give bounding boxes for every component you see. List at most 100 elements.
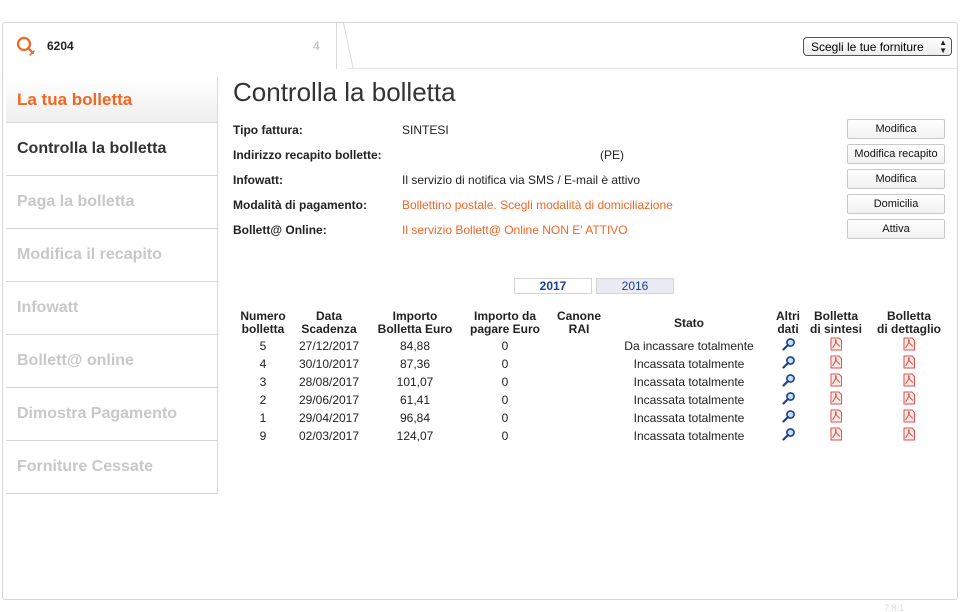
cell-importo: 101,07: [396, 375, 434, 389]
supply-tab[interactable]: 6204 4: [3, 23, 337, 69]
tab-2017[interactable]: 2017: [514, 278, 592, 294]
cell-stato: Incassata totalmente: [633, 357, 745, 371]
pdf-icon[interactable]: [829, 337, 843, 351]
sidebar-item-dimostra-pagamento[interactable]: Dimostra Pagamento: [6, 388, 218, 441]
sidebar-item-label: Dimostra Pagamento: [17, 405, 178, 422]
info-row-pagamento: Modalità di pagamento: Bollettino postal…: [233, 192, 945, 217]
supply-select[interactable]: Scegli le tue forniture ▲ ▼: [803, 37, 952, 56]
app-frame: 6204 4 Scegli le tue forniture ▲ ▼ La tua…: [2, 22, 958, 600]
sidebar-item-paga-bolletta[interactable]: Paga la bolletta: [6, 176, 218, 229]
magnifier-icon[interactable]: [782, 337, 796, 351]
sidebar-item-infowatt[interactable]: Infowatt: [6, 282, 218, 335]
sidebar-item-label: Controlla la bolletta: [17, 140, 167, 157]
lightbulb-icon: [16, 36, 35, 56]
info-label: Modalità di pagamento:: [233, 198, 368, 212]
pdf-icon[interactable]: [829, 391, 843, 405]
cell-data: 02/03/2017: [298, 429, 360, 443]
header-altri-dati: Altri dati: [776, 309, 800, 336]
magnifier-icon[interactable]: [782, 373, 796, 387]
sidebar-item-bolletta-online[interactable]: Bollett@ online: [6, 335, 218, 388]
pdf-icon[interactable]: [829, 355, 843, 369]
cell-numero: 9: [259, 429, 267, 443]
sidebar-item-la-tua-bolletta[interactable]: La tua bolletta: [6, 77, 218, 123]
header-canone: Canone RAI: [556, 309, 601, 336]
sidebar-item-label: Infowatt: [17, 299, 79, 316]
magnifier-icon[interactable]: [782, 391, 796, 405]
pdf-icon[interactable]: [902, 337, 916, 351]
table-row: 9 02/03/2017 124,07 0 Incassata totalmente: [233, 427, 945, 447]
cell-numero: 5: [259, 339, 267, 353]
modifica-infowatt-button[interactable]: Modifica: [847, 169, 945, 189]
info-row-infowatt: Infowatt: Il servizio di notifica via SM…: [233, 167, 945, 192]
domiciliazione-link[interactable]: Bollettino postale. Scegli modalità di d…: [402, 198, 673, 212]
magnifier-icon[interactable]: [782, 355, 796, 369]
domicilia-button[interactable]: Domicilia: [847, 194, 945, 214]
info-label: Infowatt:: [233, 173, 283, 187]
pdf-icon[interactable]: [902, 427, 916, 441]
cell-stato: Incassata totalmente: [633, 429, 745, 443]
tab-number: 4: [313, 39, 320, 53]
header-da-pagare: Importo da pagare Euro: [469, 309, 541, 336]
cell-data: 29/04/2017: [298, 411, 360, 425]
sidebar-item-label: Bollett@ online: [17, 352, 134, 369]
cell-da-pagare: 0: [501, 411, 509, 425]
sidebar-item-forniture-cessate[interactable]: Forniture Cessate: [6, 441, 218, 494]
tab-2016[interactable]: 2016: [596, 278, 674, 294]
cell-importo: 87,36: [399, 357, 431, 371]
pdf-icon[interactable]: [829, 373, 843, 387]
bolletta-online-status: Il servizio Bollett@ Online NON E' ATTIV…: [402, 223, 628, 237]
cell-data: 28/08/2017: [298, 375, 360, 389]
sidebar-item-label: Modifica il recapito: [17, 246, 162, 263]
pdf-icon[interactable]: [902, 391, 916, 405]
cell-numero: 3: [259, 375, 267, 389]
top-bar: 6204 4 Scegli le tue forniture ▲ ▼: [3, 23, 957, 69]
cell-importo: 84,88: [399, 339, 431, 353]
info-label: Bollett@ Online:: [233, 223, 327, 237]
modifica-recapito-button[interactable]: Modifica recapito: [847, 144, 945, 164]
cell-stato: Incassata totalmente: [633, 393, 745, 407]
cell-da-pagare: 0: [501, 429, 509, 443]
magnifier-icon[interactable]: [782, 427, 796, 441]
cell-importo: 96,84: [399, 411, 431, 425]
info-panel: Tipo fattura: SINTESI Modifica Indirizzo…: [233, 117, 945, 242]
header-sintesi: Bolletta di sintesi: [809, 309, 862, 336]
main-content: Controlla la bolletta Tipo fattura: SINT…: [233, 77, 945, 443]
pdf-icon[interactable]: [902, 355, 916, 369]
attiva-button[interactable]: Attiva: [847, 219, 945, 239]
pdf-icon[interactable]: [902, 373, 916, 387]
sidebar: La tua bolletta Controlla la bolletta Pa…: [6, 77, 218, 494]
modifica-tipo-button[interactable]: Modifica: [847, 119, 945, 139]
pdf-icon[interactable]: [902, 409, 916, 423]
pdf-icon[interactable]: [829, 427, 843, 441]
info-row-tipo-fattura: Tipo fattura: SINTESI Modifica: [233, 117, 945, 142]
header-numero: Numero bolletta: [240, 309, 286, 336]
page-title: Controlla la bolletta: [233, 77, 456, 107]
info-value: (PE): [600, 148, 624, 162]
supply-id: 6204: [47, 39, 74, 53]
cell-stato: Incassata totalmente: [633, 411, 745, 425]
magnifier-icon[interactable]: [782, 409, 796, 423]
header-dettaglio: Bolletta di dettaglio: [877, 309, 941, 336]
sidebar-item-controlla-bolletta[interactable]: Controlla la bolletta: [6, 123, 218, 176]
cell-data: 29/06/2017: [298, 393, 360, 407]
header-importo: Importo Bolletta Euro: [377, 309, 453, 336]
cell-numero: 1: [259, 411, 267, 425]
cell-importo: 124,07: [396, 429, 434, 443]
info-row-bolletta-online: Bollett@ Online: Il servizio Bollett@ On…: [233, 217, 945, 242]
cell-stato: Da incassare totalmente: [624, 339, 754, 353]
version-label: 7.8.1: [884, 603, 905, 612]
cell-stato: Incassata totalmente: [633, 375, 745, 389]
cell-numero: 2: [259, 393, 267, 407]
sidebar-item-label: Paga la bolletta: [17, 193, 135, 210]
pdf-icon[interactable]: [829, 409, 843, 423]
cell-importo: 61,41: [399, 393, 431, 407]
cell-da-pagare: 0: [501, 393, 509, 407]
info-value: SINTESI: [402, 123, 449, 137]
info-value: Il servizio di notifica via SMS / E-mail…: [402, 173, 641, 187]
cell-data: 30/10/2017: [298, 357, 360, 371]
sidebar-item-label: La tua bolletta: [17, 89, 133, 109]
cell-numero: 4: [259, 357, 267, 371]
sidebar-item-modifica-recapito[interactable]: Modifica il recapito: [6, 229, 218, 282]
cell-da-pagare: 0: [501, 357, 509, 371]
info-label: Tipo fattura:: [233, 123, 303, 137]
